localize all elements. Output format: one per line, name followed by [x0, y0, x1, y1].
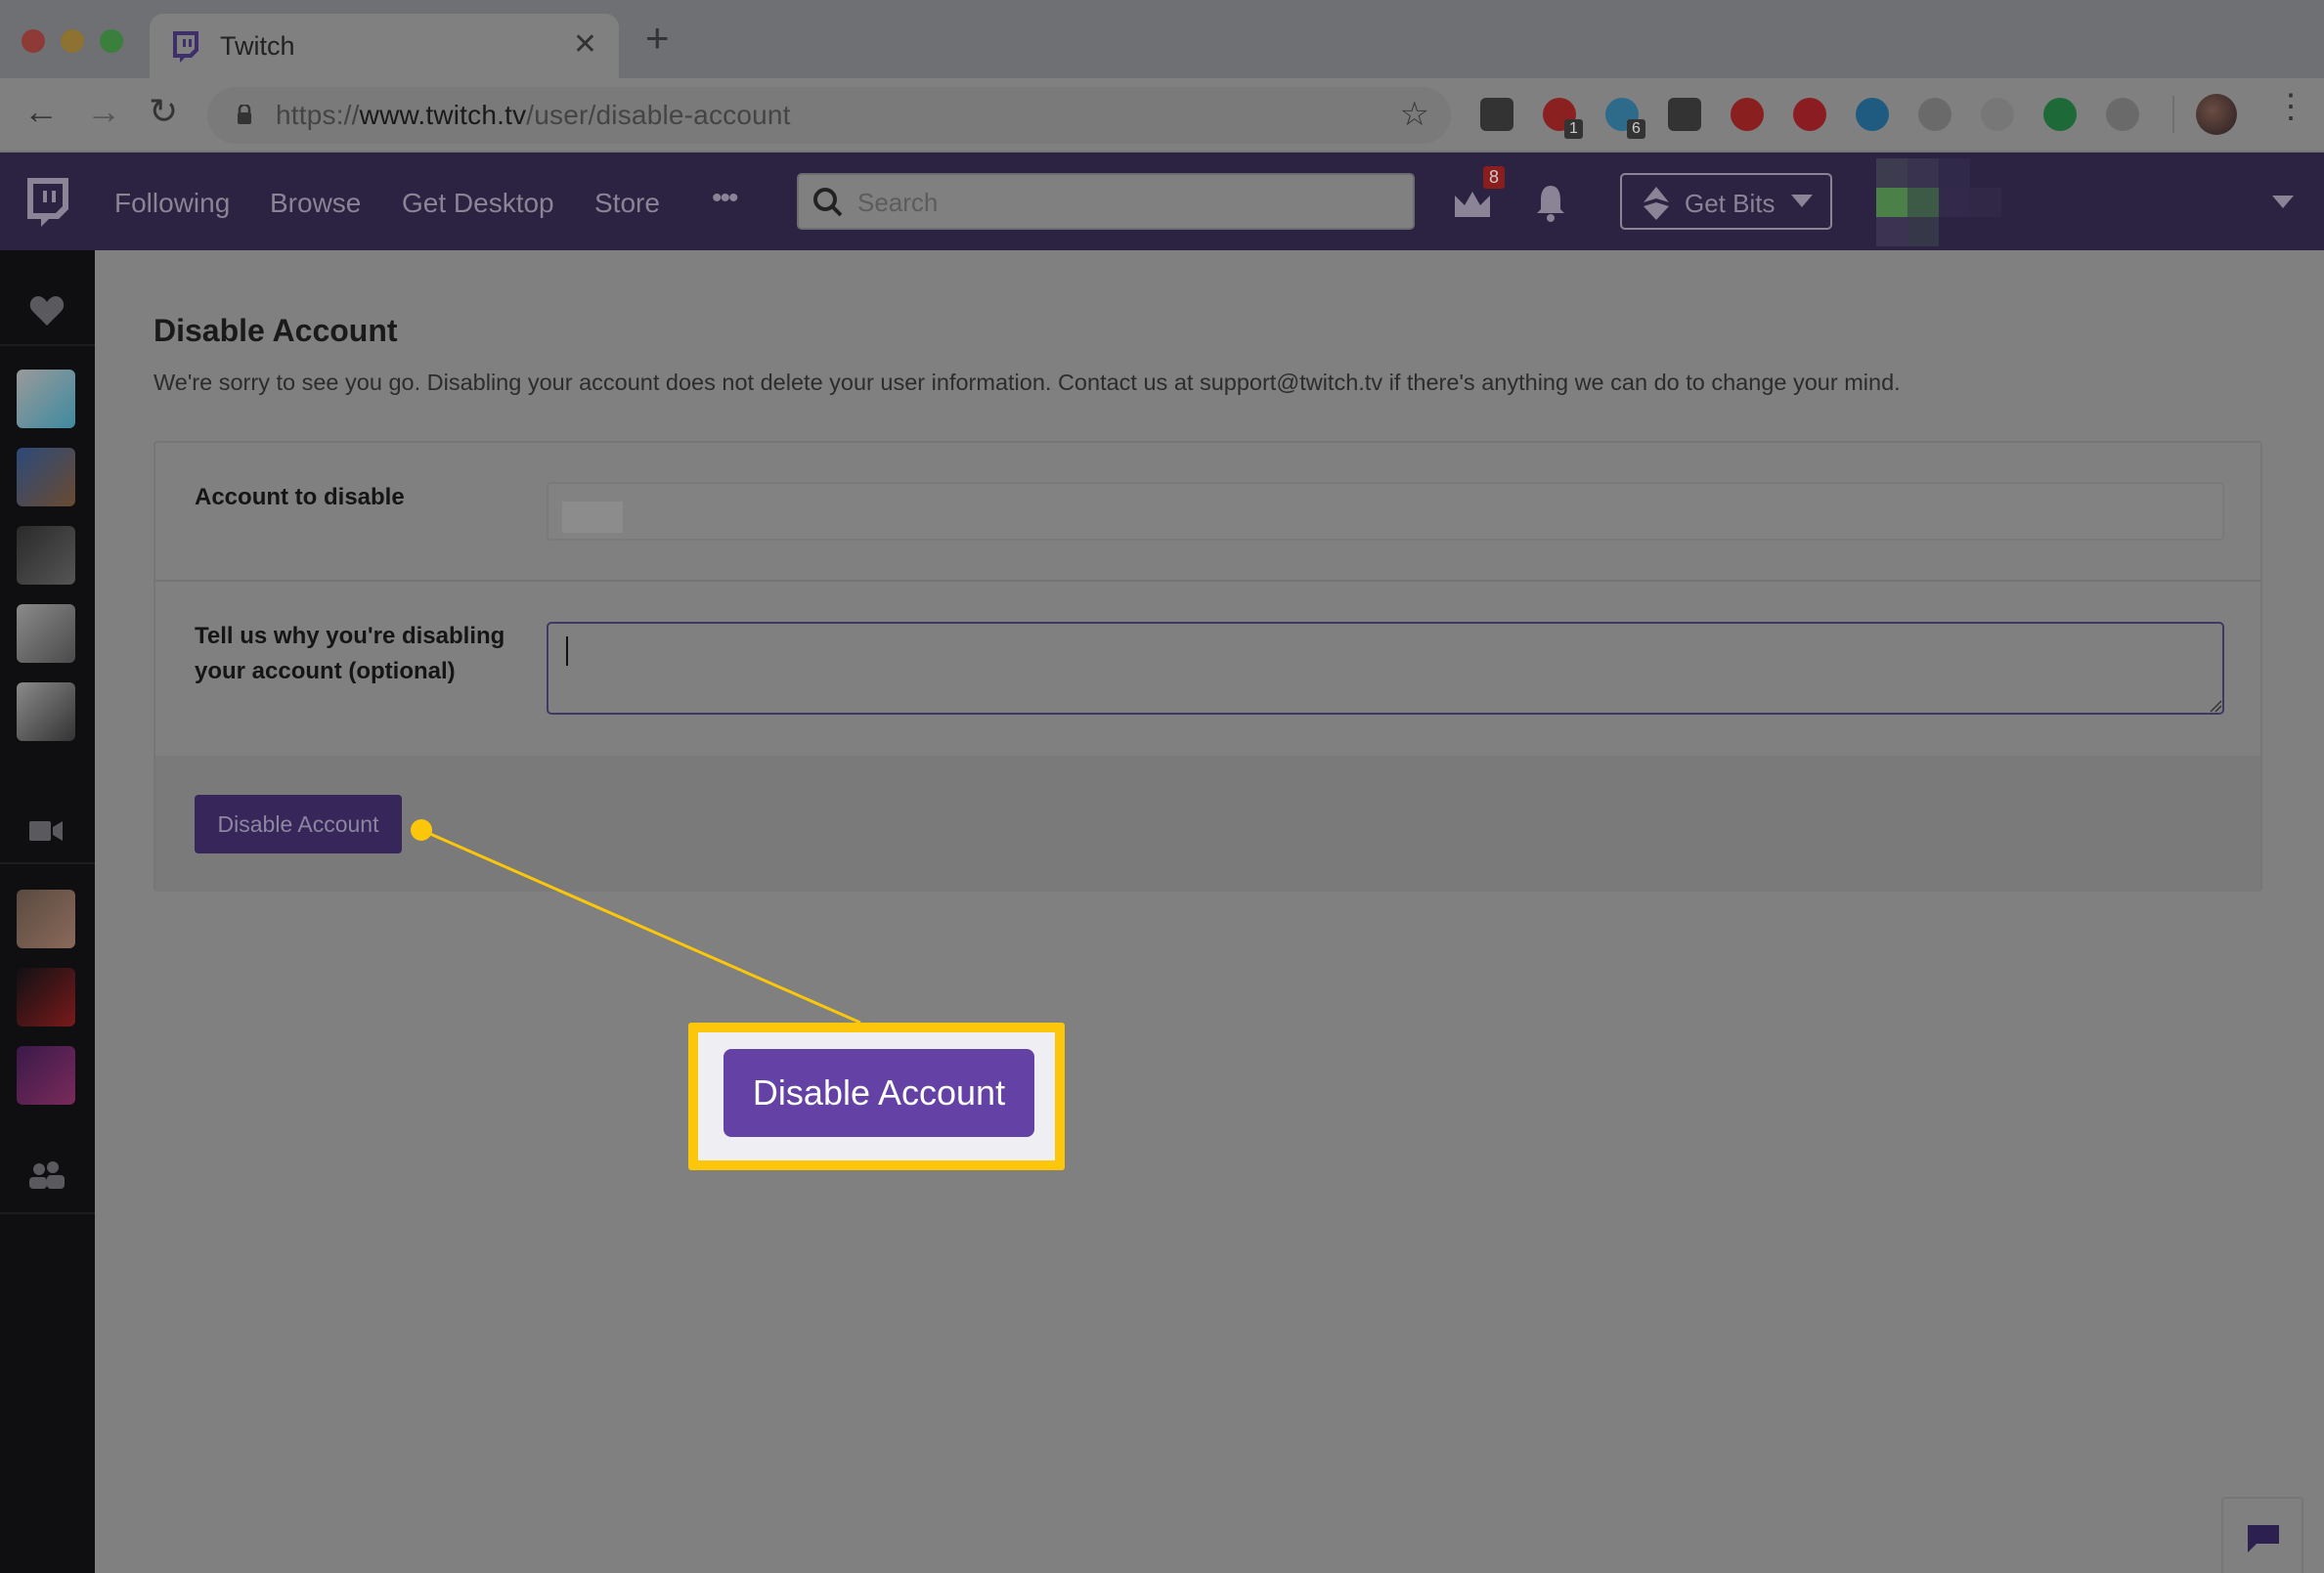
extension-badge: 1 [1564, 119, 1583, 139]
browser-toolbar: ← → ↻ https://www.twitch.tv/user/disable… [0, 78, 2324, 153]
text-cursor [566, 636, 568, 666]
back-button[interactable]: ← [23, 94, 59, 129]
sidebar-channel-5-avatar[interactable] [17, 682, 75, 741]
blue-ring-extension-icon[interactable] [1856, 98, 1889, 131]
sidebar-channel-4-avatar[interactable] [17, 604, 75, 663]
document-plus-extension-icon[interactable] [1981, 98, 2014, 131]
resize-grip-icon[interactable] [2209, 699, 2222, 713]
form-row-divider [155, 580, 2260, 582]
recommended-video-camera-icon [29, 821, 63, 841]
twitch-top-nav: Following Browse Get Desktop Store ••• 8… [0, 153, 2324, 250]
crown-prime-icon[interactable] [1453, 188, 1492, 219]
forward-button[interactable]: → [86, 94, 121, 129]
disable-account-form: Account to disable Tell us why you're di… [153, 441, 2262, 892]
tab-title: Twitch [220, 31, 295, 61]
following-heart-icon[interactable] [29, 295, 65, 327]
chat-bubble-icon [2248, 1525, 2279, 1552]
hangouts-icon[interactable] [2043, 98, 2077, 131]
chevron-down-icon [1791, 195, 1813, 207]
account-to-disable-field [547, 482, 2224, 541]
user-menu-chevron-icon[interactable] [2272, 196, 2294, 208]
sidebar-divider [0, 862, 95, 864]
get-bits-label: Get Bits [1685, 189, 1776, 218]
search-box [797, 173, 1415, 230]
page-title: Disable Account [153, 313, 398, 348]
address-bar[interactable]: https://www.twitch.tv/user/disable-accou… [207, 87, 1451, 144]
extension-badge: 6 [1627, 119, 1645, 139]
notifications-bell-icon[interactable] [1535, 184, 1566, 223]
user-avatar-pixelated[interactable] [1863, 158, 2001, 246]
sidebar-channel-3-playstation-avatar[interactable] [17, 526, 75, 585]
cast-icon[interactable] [1668, 98, 1701, 131]
maximize-window-button[interactable] [100, 29, 123, 53]
grey-circle-extension-icon[interactable] [2106, 98, 2139, 131]
browser-menu-icon[interactable]: ⋮ [2274, 90, 2307, 123]
url-text: https://www.twitch.tv/user/disable-accou… [276, 100, 791, 130]
nav-get-desktop[interactable]: Get Desktop [402, 188, 554, 219]
form-footer: Disable Account [155, 756, 2260, 892]
nav-browse[interactable]: Browse [270, 188, 361, 219]
callout-highlight-box: Disable Account [688, 1023, 1065, 1170]
more-menu-icon[interactable]: ••• [712, 182, 738, 215]
feather-extension-icon[interactable] [1918, 98, 1951, 131]
reason-label: Tell us why you're disabling your accoun… [195, 623, 505, 684]
redacted-username [562, 502, 623, 533]
new-tab-button[interactable]: + [645, 18, 670, 59]
crown-notification-badge: 8 [1483, 166, 1506, 189]
get-bits-button[interactable]: Get Bits [1620, 173, 1832, 230]
sidebar-divider [0, 344, 95, 346]
friends-icon[interactable] [29, 1159, 65, 1191]
sidebar-channel-1-avatar[interactable] [17, 370, 75, 428]
page-description: We're sorry to see you go. Disabling you… [153, 370, 1901, 395]
red-circle-extension-icon[interactable] [1731, 98, 1764, 131]
callout-disable-account-button: Disable Account [724, 1049, 1034, 1137]
disable-account-button[interactable]: Disable Account [195, 795, 402, 853]
reason-textarea[interactable] [547, 622, 2224, 715]
close-tab-icon[interactable]: ✕ [573, 27, 597, 62]
sidebar-channel-2-avatar[interactable] [17, 448, 75, 506]
nav-store[interactable]: Store [594, 188, 660, 219]
sidebar-divider [0, 1212, 95, 1214]
account-to-disable-label: Account to disable [195, 484, 405, 510]
lock-icon [238, 105, 251, 124]
browser-tab[interactable]: Twitch ✕ [150, 14, 619, 78]
reload-button[interactable]: ↻ [149, 94, 178, 129]
twitch-logo-icon[interactable] [23, 178, 70, 229]
close-window-button[interactable] [22, 29, 45, 53]
toolbar-divider [2172, 96, 2174, 133]
sidebar-channel-6-avatar[interactable] [17, 890, 75, 948]
bookmark-star-icon[interactable]: ☆ [1400, 95, 1429, 134]
bits-gem-icon [1644, 187, 1669, 220]
sidebar [0, 250, 95, 1573]
sidebar-channel-8-avatar[interactable] [17, 1046, 75, 1105]
search-input[interactable] [857, 185, 1395, 220]
sidebar-channel-7-cizzorz-avatar[interactable] [17, 968, 75, 1027]
search-icon [813, 188, 843, 217]
twitch-favicon-icon [173, 31, 198, 63]
pocket-icon[interactable] [1480, 98, 1513, 131]
chat-toggle-button[interactable] [2221, 1497, 2303, 1573]
minimize-window-button[interactable] [61, 29, 84, 53]
nav-following[interactable]: Following [114, 188, 230, 219]
browser-tab-bar: Twitch ✕ + [0, 0, 2324, 78]
profile-avatar[interactable] [2196, 94, 2237, 135]
pinterest-icon[interactable] [1793, 98, 1826, 131]
